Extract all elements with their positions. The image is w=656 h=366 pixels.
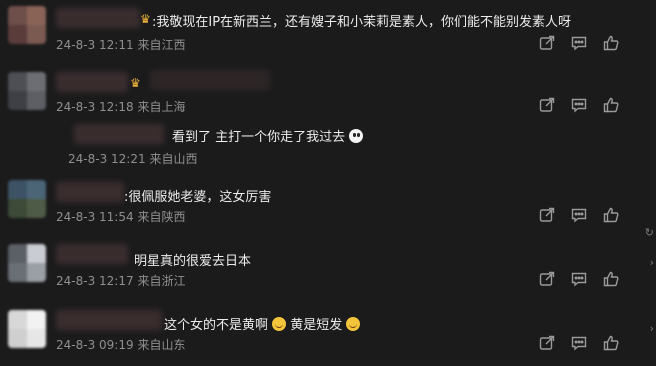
crown-badge-icon: ♛ [140, 12, 151, 26]
username-blurred[interactable] [74, 124, 164, 144]
comment-icon[interactable] [570, 334, 588, 352]
comment-text: 这个女的不是黄啊 黄是短发 [164, 314, 361, 333]
comment-location: 来自陕西 [137, 210, 186, 224]
share-icon[interactable] [538, 270, 556, 288]
grin-emoji-icon [272, 317, 287, 331]
thumbs-up-icon[interactable] [602, 334, 620, 352]
comment-actions [538, 270, 620, 288]
comment-text: :很佩服她老婆，这女厉害 [124, 190, 272, 205]
ghost-emoji-icon [349, 129, 364, 143]
username-blurred[interactable] [56, 310, 162, 330]
thumbs-up-icon[interactable] [602, 206, 620, 224]
comment-icon[interactable] [570, 34, 588, 52]
comment-icon[interactable] [570, 206, 588, 224]
comment-icon[interactable] [570, 96, 588, 114]
comment-meta: 24-8-3 12:17 来自浙江 [56, 272, 185, 289]
comment-actions [538, 34, 620, 52]
comment-icon[interactable] [570, 270, 588, 288]
comment-actions [538, 334, 620, 352]
comment-text: 明星真的很爱去日本 [134, 254, 252, 269]
comment-date: 24-8-3 11:54 [56, 210, 134, 224]
thumbs-up-icon[interactable] [602, 96, 620, 114]
share-icon[interactable] [538, 96, 556, 114]
avatar[interactable] [8, 6, 46, 44]
comment-meta: 24-8-3 12:21 来自山西 [68, 150, 197, 167]
avatar[interactable] [8, 72, 46, 110]
refresh-icon[interactable]: ↻ [645, 226, 654, 239]
avatar[interactable] [8, 310, 46, 348]
comment-date: 24-8-3 12:17 [56, 274, 134, 288]
thumbs-up-icon[interactable] [602, 34, 620, 52]
grin-emoji-icon [346, 317, 361, 331]
crown-badge-icon: ♛ [130, 76, 141, 90]
comment-location: 来自浙江 [137, 274, 186, 288]
username-blurred[interactable] [56, 8, 140, 28]
comment-date: 24-8-3 12:18 [56, 100, 134, 114]
share-icon[interactable] [538, 34, 556, 52]
comment-location: 来自山东 [137, 338, 186, 352]
scrollbar[interactable] [644, 0, 656, 366]
share-icon[interactable] [538, 206, 556, 224]
reply-item: 看到了 主打一个你走了我过去 24-8-3 12:21 来自山西 [0, 120, 640, 170]
comment-actions [538, 96, 620, 114]
reply-text: 看到了 主打一个你走了我过去 [172, 126, 364, 145]
comment-actions [538, 206, 620, 224]
comment-meta: 24-8-3 12:11 来自江西 [56, 36, 185, 53]
chevron-right-icon[interactable]: › [650, 256, 654, 269]
username-blurred [150, 70, 270, 90]
comment-location: 来自山西 [149, 152, 198, 166]
username-blurred[interactable] [56, 182, 124, 202]
comment-meta: 24-8-3 11:54 来自陕西 [56, 208, 185, 225]
comment-date: 24-8-3 12:11 [56, 38, 134, 52]
thumbs-up-icon[interactable] [602, 270, 620, 288]
chevron-right-icon[interactable]: › [650, 322, 654, 335]
avatar[interactable] [8, 180, 46, 218]
avatar[interactable] [8, 244, 46, 282]
comment-location: 来自江西 [137, 38, 186, 52]
comment-date: 24-8-3 12:21 [68, 152, 146, 166]
comment-date: 24-8-3 09:19 [56, 338, 134, 352]
comment-meta: 24-8-3 09:19 来自山东 [56, 336, 185, 353]
share-icon[interactable] [538, 334, 556, 352]
comment-meta: 24-8-3 12:18 来自上海 [56, 98, 185, 115]
username-blurred[interactable] [56, 244, 128, 264]
comment-location: 来自上海 [137, 100, 186, 114]
comment-text: :我敬现在IP在新西兰，还有嫂子和小茉莉是素人，你们能不能别发素人呀 [152, 15, 572, 30]
username-blurred[interactable] [56, 72, 128, 92]
